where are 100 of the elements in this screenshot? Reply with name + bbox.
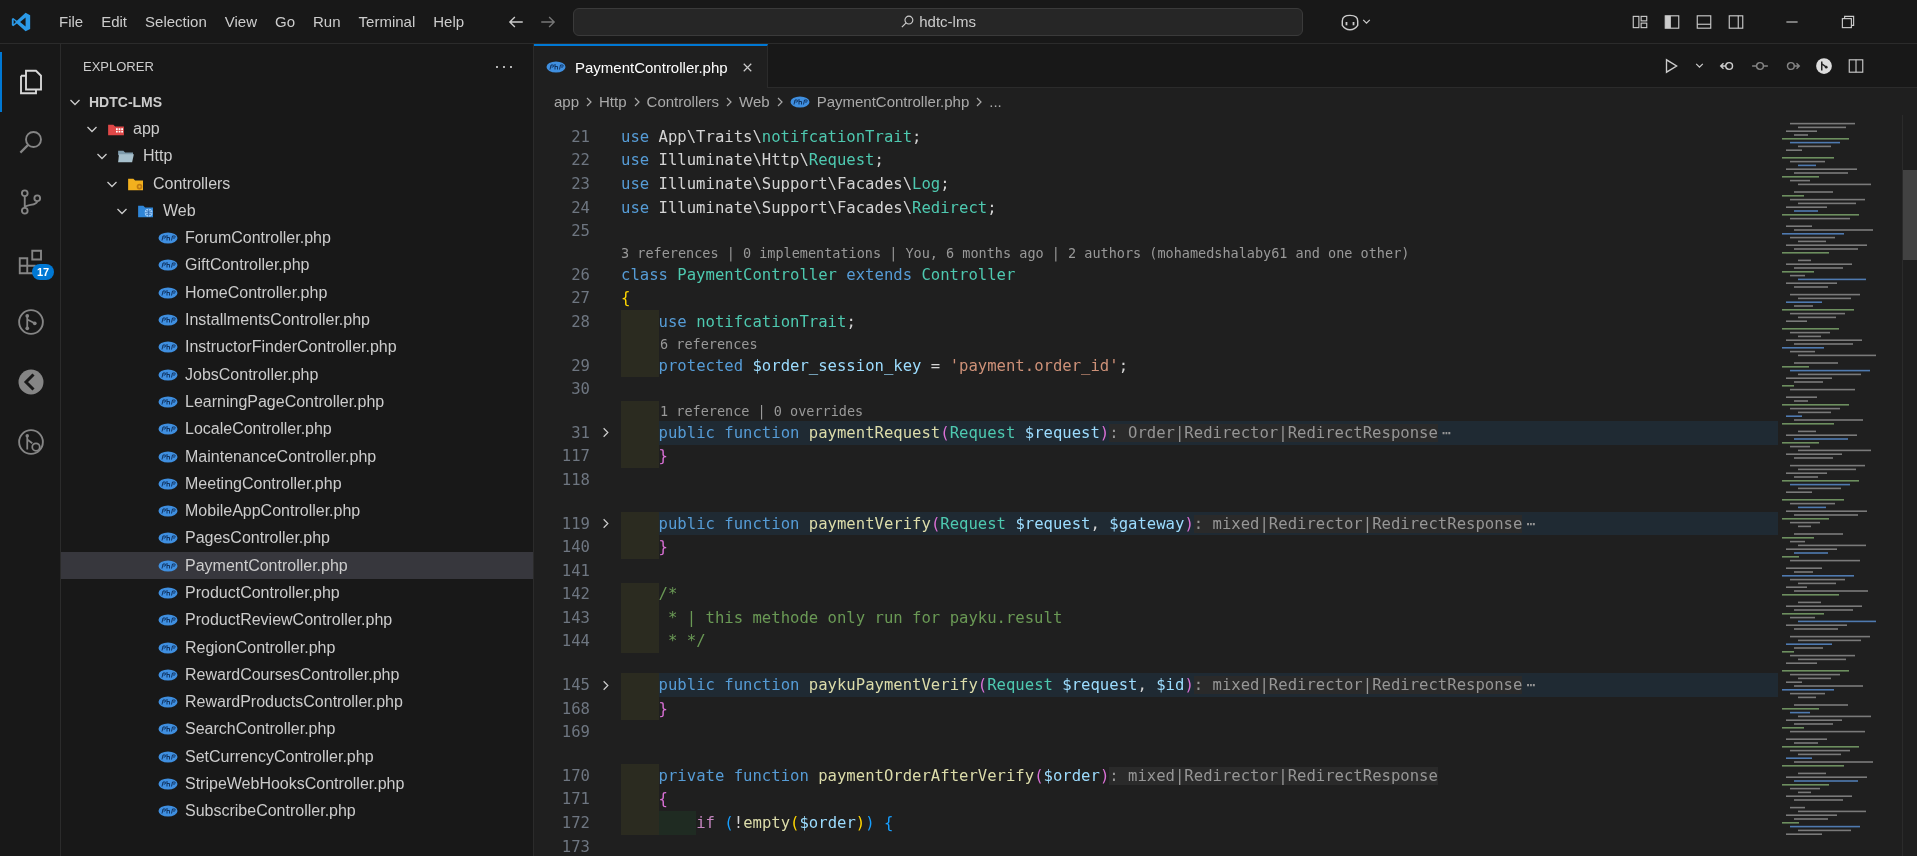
tree-item[interactable]: RegionController.php — [61, 633, 533, 662]
php-file-icon — [158, 394, 178, 409]
tree-item[interactable]: GiftController.php — [61, 251, 533, 280]
breadcrumb-item[interactable]: Controllers — [646, 93, 720, 110]
tree-item[interactable]: app — [61, 115, 533, 143]
code-line: use Illuminate\Http\Request; — [621, 150, 884, 172]
line-number: 173 — [560, 837, 590, 856]
tree-item[interactable]: ForumController.php — [61, 224, 533, 252]
menu-item[interactable]: File — [50, 9, 93, 34]
tree-item[interactable]: SubscribeController.php — [61, 797, 533, 825]
tree-item[interactable]: ProductReviewController.php — [61, 606, 533, 634]
code-line: private function paymentOrderAfterVerify($order): mixed|Redirector|RedirectResponse — [621, 764, 1438, 788]
php-file-icon — [789, 94, 810, 109]
breadcrumb-item[interactable]: Http — [599, 93, 627, 110]
tree-item[interactable]: HomeController.php — [61, 279, 533, 307]
branch-circle-icon[interactable] — [1815, 56, 1833, 75]
php-file-icon — [158, 749, 178, 764]
php-file-icon — [158, 722, 178, 737]
php-file-icon — [158, 285, 178, 300]
search-box[interactable]: hdtc-lms — [573, 7, 1304, 36]
code-line: use notifcationTrait; — [621, 310, 856, 334]
menu-item[interactable]: Edit — [92, 9, 137, 34]
menu-item[interactable]: Selection — [136, 9, 216, 34]
more-actions-button[interactable]: ··· — [494, 55, 515, 77]
split-editor-icon[interactable] — [1847, 56, 1865, 75]
code-line: { — [621, 787, 668, 812]
php-file-icon — [158, 340, 178, 355]
line-number: 30 — [570, 380, 590, 399]
tree-item[interactable]: InstallmentsController.php — [61, 306, 533, 334]
menu-item[interactable]: Terminal — [349, 9, 425, 34]
code-line: } — [621, 535, 668, 559]
php-file-icon — [158, 476, 178, 491]
breadcrumb-item[interactable]: ... — [989, 93, 1002, 110]
secondary-sidebar-icon[interactable] — [1727, 12, 1745, 31]
tree-item[interactable]: MeetingController.php — [61, 470, 533, 498]
chevron-circle-icon — [16, 367, 46, 397]
tree-item[interactable]: Web — [61, 197, 533, 225]
menu-item[interactable]: View — [215, 9, 266, 34]
tree-item[interactable]: ProductController.php — [61, 579, 533, 607]
php-file-icon — [158, 640, 178, 655]
branch-circle-icon — [16, 307, 46, 337]
code-line: use Illuminate\Support\Facades\Redirect; — [621, 197, 997, 219]
menu-item[interactable]: Go — [266, 9, 304, 34]
code-line: public function paymentRequest(Request $request): Order|Redirector|RedirectResponse ⋯ — [621, 420, 1452, 445]
code-line: { — [621, 288, 631, 310]
line-number: 171 — [560, 790, 590, 809]
menu-item[interactable]: Help — [424, 9, 474, 34]
php-file-icon — [158, 613, 178, 628]
tree-item[interactable]: RewardProductsController.php — [61, 688, 533, 716]
line-number: 170 — [560, 766, 590, 785]
tree-item[interactable]: RewardCoursesController.php — [61, 661, 533, 689]
tree-item[interactable]: MaintenanceController.php — [61, 442, 533, 471]
menu-item[interactable]: Run — [304, 9, 350, 34]
code-line: * | this methode only run for payku.result — [621, 606, 1063, 630]
tree-item[interactable]: Http — [61, 142, 533, 170]
breadcrumb-item[interactable]: app — [554, 93, 580, 110]
tree-item[interactable]: SetCurrencyController.php — [61, 743, 533, 771]
panel-toggle-icon[interactable] — [1695, 12, 1713, 31]
code-line: } — [621, 696, 668, 721]
line-number: 141 — [560, 561, 590, 580]
php-file-icon — [158, 531, 178, 546]
app-logo-icon — [10, 10, 32, 33]
sidebar-toggle-icon[interactable] — [1663, 12, 1681, 31]
code-line: class PaymentController extends Controller — [621, 264, 1016, 286]
php-file-icon — [158, 504, 178, 519]
php-file-icon — [158, 777, 178, 792]
php-file-icon — [158, 231, 178, 246]
php-file-icon — [158, 558, 178, 573]
code-lens[interactable]: 3 references | 0 implementations | You, 6 months ago | 2 authors (mohamedshalaby61 and one other) — [593, 242, 1410, 263]
scrollbar-thumb[interactable] — [1903, 170, 1917, 260]
php-file-icon — [158, 586, 178, 600]
tree-item[interactable]: InstructorFinderController.php — [61, 333, 533, 361]
code-line: public function paymentVerify(Request $request, $gateway): mixed|Redirector|RedirectResponse ⋯ — [621, 511, 1536, 536]
count-badge: 17 — [32, 264, 55, 280]
breadcrumb-item[interactable]: PaymentController.php — [789, 93, 970, 110]
tree-item[interactable]: SearchController.php — [61, 715, 533, 744]
breadcrumb-item[interactable]: Web — [739, 93, 770, 110]
tree-item[interactable]: PagesController.php — [61, 524, 533, 553]
tree-item[interactable]: PaymentController.php — [61, 552, 533, 580]
code-line: use App\Traits\notifcationTrait; — [621, 126, 922, 148]
tree-item[interactable]: LearningPageController.php — [61, 388, 533, 416]
code-line: * */ — [621, 629, 706, 654]
tree-item[interactable]: JobsController.php — [61, 360, 533, 389]
tree-item[interactable]: StripeWebHooksController.php — [61, 770, 533, 798]
php-file-icon — [158, 667, 178, 682]
tree-item[interactable]: MobileAppController.php — [61, 497, 533, 525]
tree-item[interactable]: Controllers — [61, 169, 533, 198]
php-file-icon — [158, 449, 178, 464]
line-number: 140 — [560, 538, 590, 557]
code-line: public function paykuPaymentVerify(Request $request, $id): mixed|Redirector|RedirectResponse ⋯ — [621, 673, 1536, 697]
line-number: 169 — [560, 723, 590, 742]
editor-tab[interactable]: PaymentController.php — [534, 44, 768, 88]
tree-item[interactable]: HDTC-LMS — [61, 88, 533, 116]
line-number: 25 — [570, 222, 590, 241]
branch-search-icon — [16, 427, 46, 457]
tree-item[interactable]: LocaleController.php — [61, 415, 533, 443]
line-number: 142 — [560, 585, 590, 604]
php-file-icon — [546, 60, 566, 74]
line-number: 27 — [570, 289, 590, 308]
activity-item[interactable]: 17 — [0, 232, 60, 292]
